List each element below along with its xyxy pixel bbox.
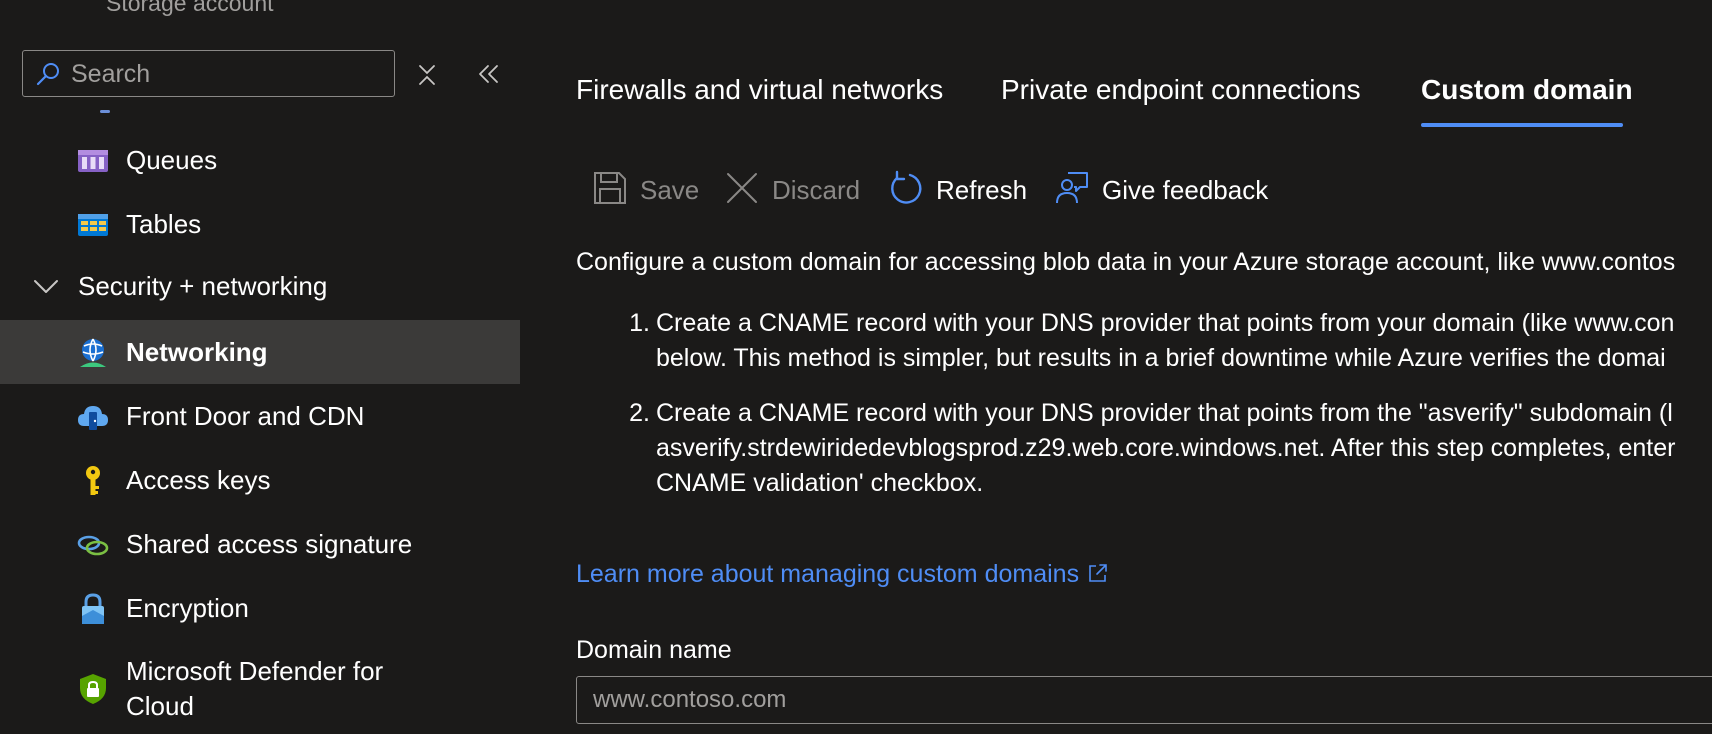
tab-firewalls[interactable]: Firewalls and virtual networks	[576, 74, 943, 126]
feedback-icon	[1056, 172, 1088, 204]
sidebar-item-label: Networking	[126, 337, 268, 367]
discard-label: Discard	[772, 175, 861, 205]
key-icon	[86, 466, 100, 495]
tables-icon	[78, 214, 108, 236]
link-icon	[77, 535, 109, 556]
intro-text: Configure a custom domain for accessing …	[576, 248, 1676, 276]
clear-search-icon[interactable]	[412, 60, 442, 90]
sidebar-item-label: Encryption	[126, 593, 249, 623]
step-number: 1.	[629, 309, 650, 337]
sidebar-item-label: Shared access signature	[126, 529, 413, 559]
close-icon	[727, 173, 757, 203]
sidebar-item-access-keys[interactable]: Access keys	[0, 448, 520, 512]
chevron-down-icon	[34, 280, 58, 293]
search-input[interactable]	[71, 57, 381, 91]
sidebar-item-label: Access keys	[126, 465, 271, 495]
sidebar-item-networking[interactable]: Networking	[0, 320, 520, 384]
step-number: 2.	[629, 399, 650, 427]
queues-icon	[78, 150, 108, 172]
learn-more-link[interactable]: Learn more about managing custom domains	[576, 560, 1109, 589]
discard-button[interactable]: Discard	[724, 168, 884, 212]
step-text: Create a CNAME record with your DNS prov…	[656, 399, 1676, 497]
group-label: Security + networking	[78, 271, 328, 301]
save-icon	[594, 172, 626, 204]
search-icon	[36, 63, 59, 86]
save-button[interactable]: Save	[592, 168, 722, 212]
tab-custom-domain[interactable]: Custom domain	[1421, 74, 1633, 126]
partial-item-indicator	[100, 110, 110, 113]
domain-name-label: Domain name	[576, 636, 732, 664]
save-label: Save	[640, 175, 700, 205]
main-content: Firewalls and virtual networks Private e…	[520, 0, 1712, 734]
active-tab-indicator	[1421, 123, 1623, 127]
lock-icon	[82, 593, 104, 624]
refresh-label: Refresh	[936, 175, 1028, 205]
sidebar: Storage account Queues	[0, 0, 520, 734]
defender-shield-icon	[80, 674, 106, 704]
domain-name-input[interactable]	[576, 676, 1712, 724]
resource-subtitle: Storage account	[106, 0, 274, 16]
search-box[interactable]	[22, 50, 395, 97]
sidebar-item-tables[interactable]: Tables	[0, 192, 520, 256]
feedback-label: Give feedback	[1102, 175, 1269, 205]
give-feedback-button[interactable]: Give feedback	[1054, 168, 1284, 212]
sidebar-item-label: Queues	[126, 145, 218, 175]
sidebar-item-front-door[interactable]: Front Door and CDN	[0, 384, 520, 448]
refresh-icon	[891, 170, 922, 204]
tab-private-endpoints[interactable]: Private endpoint connections	[1001, 74, 1361, 126]
sidebar-item-label: Tables	[126, 209, 202, 239]
learn-more-label: Learn more about managing custom domains	[576, 560, 1080, 588]
step-text: Create a CNAME record with your DNS prov…	[656, 309, 1675, 372]
refresh-button[interactable]: Refresh	[888, 168, 1038, 212]
collapse-sidebar-icon[interactable]	[472, 58, 504, 90]
networking-icon	[80, 338, 106, 367]
sidebar-item-defender[interactable]: Microsoft Defender for Cloud	[0, 650, 520, 730]
sidebar-item-queues[interactable]: Queues	[0, 128, 520, 192]
external-link-icon	[1089, 564, 1107, 582]
front-door-icon	[78, 406, 108, 430]
sidebar-item-encryption[interactable]: Encryption	[0, 576, 520, 640]
group-security-networking[interactable]: Security + networking	[0, 258, 520, 314]
sidebar-item-shared-access-signature[interactable]: Shared access signature	[0, 512, 520, 576]
sidebar-item-label: Microsoft Defender for Cloud	[126, 656, 384, 721]
sidebar-item-label: Front Door and CDN	[126, 401, 365, 431]
